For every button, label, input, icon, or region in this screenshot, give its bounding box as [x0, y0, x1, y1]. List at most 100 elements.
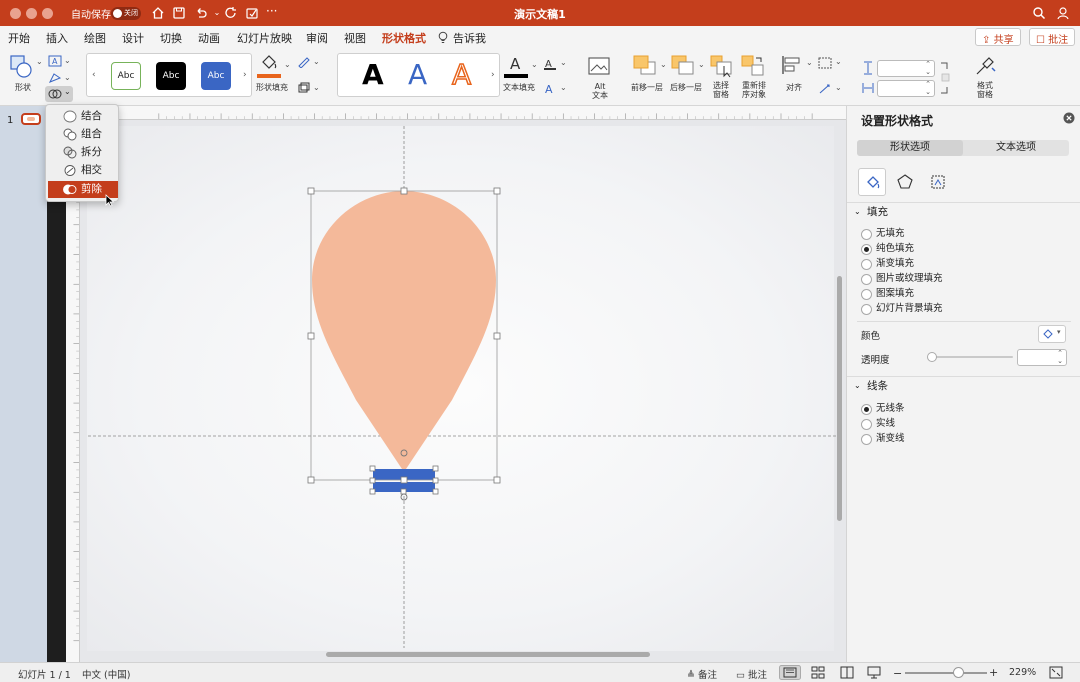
selection-pane-icon[interactable] — [709, 54, 735, 78]
merge-shapes-button[interactable]: ⌄ — [45, 86, 73, 102]
stepper-icon[interactable]: ⌃ ⌄ — [925, 80, 931, 96]
chevron-down-icon[interactable]: ⌄ — [531, 60, 538, 69]
chevron-down-icon[interactable]: ⌄ — [560, 83, 567, 92]
fill-color-picker[interactable]: ▾ — [1038, 325, 1066, 343]
gallery-next-icon[interactable]: › — [243, 70, 247, 80]
shape-effects-icon[interactable] — [297, 82, 311, 94]
notes-button[interactable]: ≜ 备注 — [687, 667, 717, 681]
chevron-down-icon[interactable]: ⌄ — [560, 58, 567, 67]
tab-review[interactable]: 审阅 — [306, 30, 328, 46]
gradient-fill-radio[interactable]: 渐变填充 — [861, 256, 914, 271]
text-outline-icon[interactable]: A — [543, 57, 557, 70]
slide-background-fill-radio[interactable]: 幻灯片背景填充 — [861, 301, 943, 316]
close-window-button[interactable] — [10, 8, 21, 19]
tell-me-search[interactable]: 告诉我 — [453, 30, 486, 46]
stepper-icon[interactable]: ⌃ ⌄ — [1057, 349, 1063, 365]
solid-fill-radio[interactable]: 纯色填充 — [861, 241, 914, 256]
minimize-window-button[interactable] — [26, 8, 37, 19]
send-backward-icon[interactable] — [670, 54, 696, 78]
lock-aspect-ratio-icon[interactable] — [940, 61, 950, 95]
paint-bucket-icon[interactable] — [258, 52, 280, 74]
effects-tab[interactable] — [891, 168, 919, 196]
text-box-icon[interactable]: A — [48, 55, 62, 67]
tab-shape-options[interactable]: 形状选项 — [857, 140, 963, 156]
gallery-prev-icon[interactable]: ‹ — [92, 70, 96, 80]
gradient-line-radio[interactable]: 渐变线 — [861, 431, 905, 446]
zoom-level[interactable]: 229% — [1009, 667, 1036, 678]
slide-thumbnail[interactable] — [21, 113, 41, 125]
reorder-objects-icon[interactable] — [740, 54, 766, 78]
merge-combine-item[interactable]: 组合 — [48, 126, 118, 143]
pattern-fill-radio[interactable]: 图案填充 — [861, 286, 914, 301]
zoom-in-icon[interactable]: + — [989, 666, 998, 679]
shape-style-2[interactable]: Abc — [156, 62, 186, 90]
more-commands-icon[interactable]: ··· — [266, 4, 277, 18]
transparency-slider-knob[interactable] — [927, 352, 937, 362]
alt-text-icon[interactable] — [587, 56, 613, 78]
chevron-down-icon[interactable]: ⌄ — [313, 57, 320, 66]
align-icon[interactable] — [780, 54, 804, 76]
shape-style-1[interactable]: Abc — [111, 62, 141, 90]
tab-slideshow[interactable]: 幻灯片放映 — [237, 30, 292, 46]
wordart-style-2[interactable]: A — [408, 58, 427, 91]
tab-view[interactable]: 视图 — [344, 30, 366, 46]
line-section-header[interactable]: ⌄ 线条 — [847, 376, 1080, 394]
fill-line-tab[interactable] — [858, 168, 886, 196]
tab-home[interactable]: 开始 — [8, 30, 30, 46]
chevron-down-icon[interactable]: ⌄ — [284, 60, 291, 69]
shape-height-input[interactable]: ⌃ ⌄ — [877, 60, 935, 77]
comments-status-button[interactable]: ▭ 批注 — [736, 667, 767, 681]
transparency-slider[interactable] — [927, 352, 1013, 362]
merge-fragment-item[interactable]: 拆分 — [48, 144, 118, 161]
zoom-slider[interactable] — [905, 667, 987, 678]
zoom-window-button[interactable] — [42, 8, 53, 19]
shape-width-input[interactable]: ⌃ ⌄ — [877, 80, 935, 97]
shape-outline-icon[interactable] — [297, 56, 311, 68]
chevron-down-icon[interactable]: ⌄ — [36, 57, 43, 66]
insert-shape-icon[interactable] — [9, 54, 35, 80]
edit-shape-icon[interactable] — [48, 72, 62, 84]
size-properties-tab[interactable] — [924, 168, 952, 196]
group-objects-icon[interactable] — [817, 56, 833, 70]
stepper-icon[interactable]: ⌃ ⌄ — [925, 60, 931, 76]
slide-sorter-icon[interactable] — [811, 666, 825, 679]
chevron-down-icon[interactable]: ⌄ — [313, 83, 320, 92]
zoom-slider-knob[interactable] — [953, 667, 964, 678]
wordart-style-3[interactable]: A — [451, 57, 472, 92]
chevron-down-icon[interactable]: ⌄ — [835, 83, 842, 92]
transparency-input[interactable]: ⌃ ⌄ — [1017, 349, 1067, 366]
rotate-icon[interactable] — [817, 82, 833, 96]
chevron-down-icon[interactable]: ⌄ — [806, 58, 813, 67]
tab-text-options[interactable]: 文本选项 — [963, 140, 1069, 156]
balloon-shape[interactable] — [312, 191, 496, 472]
horizontal-scrollbar[interactable] — [326, 652, 650, 657]
save-icon[interactable] — [171, 5, 187, 21]
slideshow-icon[interactable] — [867, 666, 881, 679]
customize-toolbar-icon[interactable] — [244, 5, 260, 21]
text-fill-icon[interactable]: A — [505, 54, 527, 74]
fill-section-header[interactable]: ⌄ 填充 — [847, 202, 1080, 220]
format-pane-icon[interactable] — [973, 54, 999, 78]
undo-icon[interactable] — [193, 5, 209, 21]
redo-icon[interactable] — [223, 5, 239, 21]
language-indicator[interactable]: 中文 (中国) — [82, 667, 130, 681]
search-icon[interactable] — [1031, 5, 1047, 21]
tab-insert[interactable]: 插入 — [46, 30, 68, 46]
account-icon[interactable] — [1056, 5, 1072, 21]
normal-view-icon[interactable] — [779, 665, 801, 680]
picture-fill-radio[interactable]: 图片或纹理填充 — [861, 271, 943, 286]
tab-animations[interactable]: 动画 — [198, 30, 220, 46]
reading-view-icon[interactable] — [840, 666, 854, 679]
gallery-next-icon[interactable]: › — [491, 70, 495, 80]
shape-style-3[interactable]: Abc — [201, 62, 231, 90]
tab-transitions[interactable]: 切换 — [160, 30, 182, 46]
tab-draw[interactable]: 绘图 — [84, 30, 106, 46]
chevron-down-icon[interactable]: ⌄ — [64, 56, 71, 65]
chevron-down-icon[interactable]: ⌄ — [64, 73, 71, 82]
bring-forward-icon[interactable] — [632, 54, 658, 78]
share-button[interactable]: ⇪ 共享 — [975, 28, 1021, 46]
merge-intersect-item[interactable]: 相交 — [48, 162, 118, 179]
vertical-scrollbar[interactable] — [837, 276, 842, 521]
fit-to-window-icon[interactable] — [1049, 666, 1063, 679]
merge-union-item[interactable]: 结合 — [48, 108, 118, 125]
